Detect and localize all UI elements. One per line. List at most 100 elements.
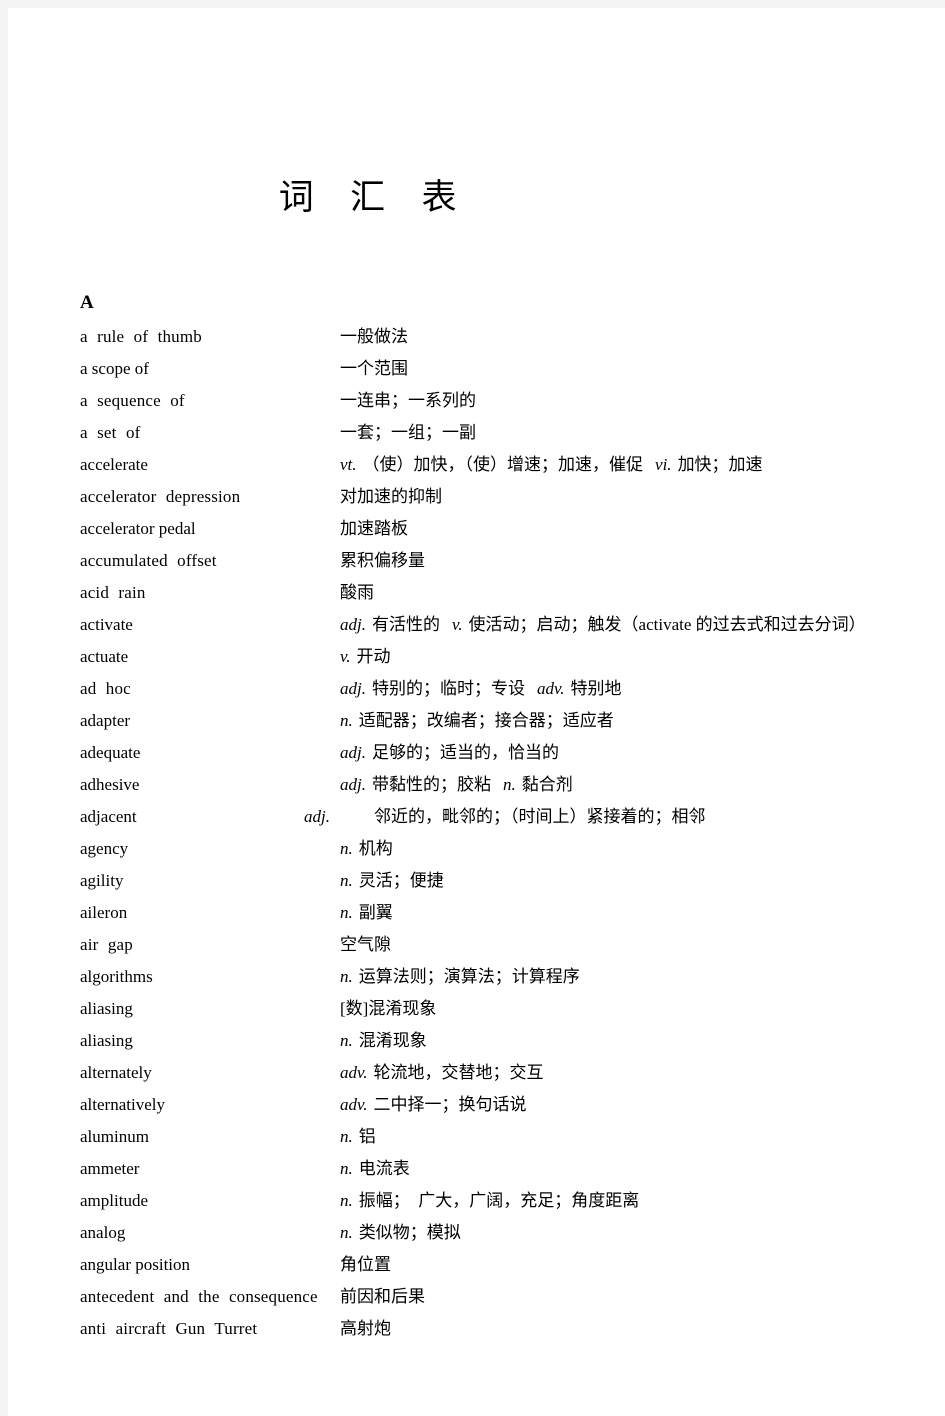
vocabulary-entry: air gap 空气隙 [8,929,945,961]
part-of-speech-tag: adv. [340,1095,368,1114]
definition-text: 带黏性的；胶粘 [371,775,491,794]
part-of-speech-tag: n. [340,839,353,858]
definition-text: 酸雨 [340,583,374,602]
entry-term: a rule of thumb [80,327,202,346]
part-of-speech-tag: n. [340,1159,353,1178]
entry-term: analog [80,1223,126,1242]
definition-text: 类似物；模拟 [358,1223,461,1242]
definition-text: 前因和后果 [340,1287,425,1306]
definition-text: （使）加快，（使）增速；加速，催促 [362,455,644,474]
part-of-speech-tag-secondary: v. [451,615,463,634]
entry-term: aliasing [80,999,133,1018]
vocabulary-entry: a rule of thumb 一般做法 [8,321,945,353]
vocabulary-entry: acid rain 酸雨 [8,577,945,609]
part-of-speech-tag: n. [340,1191,353,1210]
vocabulary-entry: accumulated offset 累积偏移量 [8,545,945,577]
vocabulary-entry: algorithms n. 运算法则；演算法；计算程序 [8,961,945,993]
entry-definition: 一套；一组；一副 [340,417,476,449]
entry-term: amplitude [80,1191,148,1210]
vocabulary-entry: anti aircraft Gun Turret 高射炮 [8,1313,945,1345]
vocabulary-entry: agency n. 机构 [8,833,945,865]
entry-definition: adj. 带黏性的；胶粘 n. 黏合剂 [340,769,573,801]
vocabulary-entry: alternatively adv. 二中择一；换句话说 [8,1089,945,1121]
entry-term: agility [80,871,124,890]
entry-term: ammeter [80,1159,140,1178]
definition-text: 混淆现象 [358,1031,427,1050]
entry-definition: adj. 邻近的，毗邻的；（时间上）紧接着的；相邻 [304,801,705,833]
entry-definition: adv. 轮流地，交替地；交互 [340,1057,544,1089]
entry-term: acid rain [80,583,146,602]
definition-text: 空气隙 [340,935,391,954]
definition-text: 铝 [358,1127,376,1146]
part-of-speech-tag: adj. [304,807,330,826]
definition-text: 足够的；适当的，恰当的 [371,743,559,762]
entry-definition: 一连串；一系列的 [340,385,476,417]
entry-term: adhesive [80,775,140,794]
definition-text: 副翼 [358,903,393,922]
definition-text: [数]混淆现象 [340,999,437,1018]
definition-text: 累积偏移量 [340,551,425,570]
definition-text: 开动 [356,647,391,666]
vocabulary-entry: ammeter n. 电流表 [8,1153,945,1185]
entry-definition: n. 灵活；便捷 [340,865,444,897]
part-of-speech-tag: n. [340,871,353,890]
entry-term: algorithms [80,967,153,986]
entry-term: accumulated offset [80,551,217,570]
entry-term: adjacent [80,807,137,826]
entry-term: a set of [80,423,141,442]
entry-definition: 角位置 [340,1249,391,1281]
vocabulary-entry: agility n. 灵活；便捷 [8,865,945,897]
entry-term: accelerator pedal [80,519,196,538]
vocabulary-entry: a scope of 一个范围 [8,353,945,385]
entry-definition: adv. 二中择一；换句话说 [340,1089,527,1121]
definition-text: 振幅； 广大，广阔，充足；角度距离 [358,1191,640,1210]
part-of-speech-tag: n. [340,1127,353,1146]
vocabulary-entry: aileron n. 副翼 [8,897,945,929]
vocabulary-entry: accelerator depression 对加速的抑制 [8,481,945,513]
document-page: 词 汇 表 A a rule of thumb 一般做法 a scope of 一个范… [8,8,945,1416]
entry-definition: 一般做法 [340,321,408,353]
part-of-speech-tag: adj. [340,679,366,698]
definition-text: 轮流地，交替地；交互 [373,1063,544,1082]
entry-definition: vt. （使）加快，（使）增速；加速，催促 vi. 加快；加速 [340,449,763,481]
entry-definition: n. 铝 [340,1121,376,1153]
entry-definition: n. 运算法则；演算法；计算程序 [340,961,580,993]
vocabulary-entry: adequate adj. 足够的；适当的，恰当的 [8,737,945,769]
entry-term: aliasing [80,1031,133,1050]
entry-definition: 累积偏移量 [340,545,425,577]
entry-term: accelerate [80,455,148,474]
vocabulary-list: a rule of thumb 一般做法 a scope of 一个范围 a seque… [8,321,945,1345]
entry-definition: 一个范围 [340,353,408,385]
entry-definition: n. 混淆现象 [340,1025,427,1057]
vocabulary-entry: activate adj. 有活性的 v. 使活动；启动；触发（activate 的过去… [8,609,945,641]
entry-term: a sequence of [80,391,185,410]
definition-text: 一般做法 [340,327,408,346]
entry-definition: 酸雨 [340,577,374,609]
entry-definition: n. 类似物；模拟 [340,1217,461,1249]
entry-definition: v. 开动 [340,641,391,673]
entry-definition: n. 副翼 [340,897,393,929]
vocabulary-entry: ad hoc adj. 特别的；临时；专设 adv. 特别地 [8,673,945,705]
vocabulary-entry: aluminum n. 铝 [8,1121,945,1153]
entry-definition: adj. 特别的；临时；专设 adv. 特别地 [340,673,622,705]
entry-definition: 高射炮 [340,1313,391,1345]
part-of-speech-tag: n. [340,967,353,986]
part-of-speech-tag: n. [340,1223,353,1242]
entry-term: air gap [80,935,133,954]
part-of-speech-tag: vt. [340,455,357,474]
definition-text: 对加速的抑制 [340,487,442,506]
vocabulary-entry: antecedent and the consequence 前因和后果 [8,1281,945,1313]
entry-definition: [数]混淆现象 [340,993,436,1025]
definition-text: 加速踏板 [340,519,408,538]
part-of-speech-tag: adj. [340,615,366,634]
vocabulary-entry: amplitude n. 振幅； 广大，广阔，充足；角度距离 [8,1185,945,1217]
vocabulary-entry: alternately adv. 轮流地，交替地；交互 [8,1057,945,1089]
entry-term: angular position [80,1255,191,1274]
entry-term: a scope of [80,359,149,378]
part-of-speech-tag: n. [340,1031,353,1050]
section-heading-a: A [80,292,94,313]
entry-definition: n. 振幅； 广大，广阔，充足；角度距离 [340,1185,639,1217]
definition-text-secondary: 使活动；启动；触发（activate 的过去式和过去分词） [468,615,866,634]
entry-definition: adj. 有活性的 v. 使活动；启动；触发（activate 的过去式和过去分词） [340,609,866,641]
definition-text: 适配器；改编者；接合器；适应者 [358,711,614,730]
